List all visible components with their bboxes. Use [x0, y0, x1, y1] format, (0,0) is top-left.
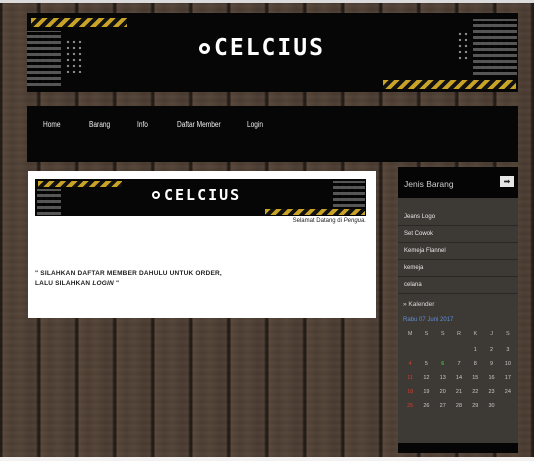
calendar-day[interactable]: 27: [435, 401, 451, 411]
calendar-day[interactable]: 23: [483, 387, 499, 397]
hazard-stripe: [265, 209, 365, 215]
nav-daftar-member-link[interactable]: Daftar Member: [177, 120, 221, 129]
calendar-weekday: R: [457, 331, 461, 337]
calendar-day[interactable]: 29: [467, 401, 483, 411]
welcome-prefix: Selamat Datang di: [292, 218, 342, 224]
category-list: Jeans Logo Set Cowok Kemeja Flannel keme…: [398, 209, 518, 294]
calendar-date: Rabu 07 Juni 2017: [403, 317, 454, 323]
calendar-label: » Kalender: [403, 301, 435, 308]
calendar-label-text: Kalender: [408, 301, 435, 308]
notice-line-1: " SILAHKAN DAFTAR MEMBER DAHULU UNTUK OR…: [35, 270, 222, 277]
logo-text: CELCIUS: [214, 35, 325, 61]
calendar-day[interactable]: 22: [467, 387, 483, 397]
category-item[interactable]: Kemeja Flannel: [398, 243, 518, 260]
category-item[interactable]: Set Cowok: [398, 226, 518, 243]
sidebar: Jenis Barang ➡ Jeans Logo Set Cowok Keme…: [398, 167, 518, 453]
calendar-day: [500, 401, 516, 411]
calendar-day[interactable]: 18: [402, 387, 418, 397]
calendar-day[interactable]: 4: [402, 359, 418, 369]
member-notice: " SILAHKAN DAFTAR MEMBER DAHULU UNTUK OR…: [35, 269, 222, 289]
calendar-weekday: S: [440, 331, 445, 337]
calendar-day[interactable]: 10: [500, 359, 516, 369]
logo-ring-icon: [152, 191, 160, 199]
calendar-weekday: S: [506, 331, 510, 337]
calendar-day[interactable]: 6: [435, 359, 451, 369]
calendar-day[interactable]: 20: [435, 387, 451, 397]
hazard-stripe: [38, 181, 122, 187]
decor-dots: [65, 39, 85, 73]
decor-dots: [457, 31, 471, 61]
calendar-grid: M S S R K J S 1 2 3 4 5 6 7 8 9 10 11 12 13 14 15 16 17 18 19 20 21…: [402, 331, 516, 411]
hazard-stripe: [31, 18, 127, 27]
calendar-day[interactable]: 14: [451, 373, 467, 383]
calendar-day: [451, 345, 467, 355]
calendar-day[interactable]: 17: [500, 373, 516, 383]
arrow-right-icon[interactable]: ➡: [500, 176, 514, 187]
content-logo: CELCIUS: [152, 186, 241, 204]
decor-panel: [27, 31, 61, 86]
calendar-day[interactable]: 2: [483, 345, 499, 355]
sidebar-footer: [398, 443, 518, 453]
calendar-weekday: J: [490, 331, 493, 337]
header-banner: CELCIUS: [27, 13, 518, 92]
calendar-day[interactable]: 9: [483, 359, 499, 369]
calendar-day: [418, 345, 434, 355]
calendar-day: [402, 345, 418, 355]
notice-line-2: LALU SILAHKAN LOGIN ": [35, 279, 222, 289]
notice-line-2-suffix: ": [115, 280, 120, 287]
calendar-day[interactable]: 5: [418, 359, 434, 369]
calendar-day[interactable]: 12: [418, 373, 434, 383]
nav-info-link[interactable]: Info: [137, 120, 148, 129]
calendar-day[interactable]: 25: [402, 401, 418, 411]
calendar-day[interactable]: 26: [418, 401, 434, 411]
content-banner: CELCIUS: [35, 179, 366, 216]
page-background: CELCIUS Home Barang Info Daftar Member L…: [0, 0, 534, 461]
category-item[interactable]: celana: [398, 277, 518, 294]
calendar-weekday: K: [473, 331, 478, 337]
calendar-day: [435, 345, 451, 355]
notice-line-2-prefix: LALU SILAHKAN: [35, 280, 91, 287]
calendar-day[interactable]: 24: [500, 387, 516, 397]
welcome-name: Pengua.: [343, 218, 366, 224]
nav-home-link[interactable]: Home: [43, 120, 61, 129]
hazard-stripe: [383, 80, 516, 89]
calendar-day[interactable]: 21: [451, 387, 467, 397]
calendar-day[interactable]: 30: [483, 401, 499, 411]
category-item[interactable]: kemeja: [398, 260, 518, 277]
calendar-day[interactable]: 15: [467, 373, 483, 383]
nav-barang-link[interactable]: Barang: [89, 120, 110, 129]
sidebar-title: Jenis Barang: [404, 179, 454, 189]
calendar-day[interactable]: 13: [435, 373, 451, 383]
site-logo[interactable]: CELCIUS: [199, 35, 325, 61]
main-content: CELCIUS Selamat Datang di Pengua. " SILA…: [28, 171, 376, 318]
logo-ring-icon: [199, 42, 210, 54]
calendar-day[interactable]: 3: [500, 345, 516, 355]
nav-login-link[interactable]: Login: [247, 120, 263, 129]
calendar-day[interactable]: 19: [418, 387, 434, 397]
calendar-day[interactable]: 28: [451, 401, 467, 411]
calendar-day[interactable]: 1: [467, 345, 483, 355]
calendar-day[interactable]: 11: [402, 373, 418, 383]
decor-panel: [333, 181, 365, 207]
welcome-text: Selamat Datang di Pengua.: [293, 218, 366, 224]
calendar-weekday: S: [424, 331, 429, 337]
calendar-weekday: M: [407, 331, 413, 337]
calendar-day[interactable]: 16: [483, 373, 499, 383]
nav-bar: Home Barang Info Daftar Member Login: [27, 106, 518, 162]
notice-login-link[interactable]: LOGIN: [92, 280, 114, 287]
sidebar-header: Jenis Barang ➡: [398, 167, 518, 198]
calendar-day[interactable]: 7: [451, 359, 467, 369]
category-item[interactable]: Jeans Logo: [398, 209, 518, 226]
logo-text: CELCIUS: [164, 186, 242, 204]
decor-panel: [473, 19, 517, 75]
calendar-day[interactable]: 8: [467, 359, 483, 369]
decor-panel: [37, 189, 61, 215]
